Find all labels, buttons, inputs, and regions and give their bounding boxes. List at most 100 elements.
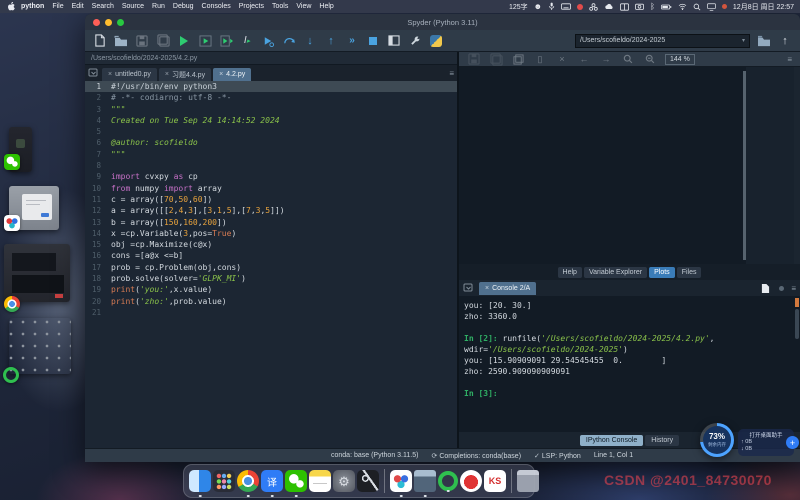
stage-window-browser[interactable] <box>4 244 70 302</box>
status-conda-env[interactable]: conda: base (Python 3.11.5) <box>331 452 418 459</box>
open-folder-icon[interactable] <box>114 34 128 48</box>
menu-run[interactable]: Run <box>152 3 165 10</box>
console-tab[interactable]: × Console 2/A <box>479 282 536 295</box>
cloud-icon[interactable] <box>604 3 614 10</box>
python-env-icon[interactable] <box>429 34 443 48</box>
camera-icon[interactable] <box>635 3 644 10</box>
step-over-icon[interactable] <box>282 34 296 48</box>
desktop-assistant-widget[interactable]: 打开桌面助手 ↑ 0B ↓ 0B + <box>738 429 794 456</box>
menu-debug[interactable]: Debug <box>173 3 194 10</box>
code-line[interactable]: 7""" <box>85 149 457 160</box>
code-line[interactable]: 5 <box>85 126 457 137</box>
copy-plot-icon[interactable] <box>511 52 525 66</box>
debug-icon[interactable] <box>261 34 275 48</box>
tab-ipython-console[interactable]: IPython Console <box>580 435 643 446</box>
stage-window-grid[interactable] <box>9 318 71 374</box>
editor-options-icon[interactable]: ≡ <box>449 69 454 78</box>
remove-all-plots-icon[interactable]: × <box>555 52 569 66</box>
save-icon[interactable] <box>135 34 149 48</box>
green-ring-app-icon[interactable] <box>3 367 19 383</box>
code-line[interactable]: 12a = array([[2,4,3],[3,1,5],[7,3,5]]) <box>85 205 457 216</box>
menu-projects[interactable]: Projects <box>239 3 264 10</box>
step-into-icon[interactable]: ↓ <box>303 34 317 48</box>
code-line[interactable]: 6@author: scofieldo <box>85 137 457 148</box>
close-icon[interactable]: × <box>219 71 223 78</box>
code-line[interactable]: 1#!/usr/bin/env python3 <box>85 81 457 92</box>
ipython-console[interactable]: you: [20. 30.]zho: 3360.0In [2]: runfile… <box>459 296 800 432</box>
chrome-app-icon[interactable] <box>4 296 20 312</box>
code-line[interactable]: 19print('you:',x.value) <box>85 284 457 295</box>
code-line[interactable]: 21 <box>85 307 457 318</box>
plots-scrollbar[interactable] <box>794 67 800 264</box>
plots-zoom-level[interactable]: 144 % <box>665 54 695 65</box>
remove-plot-icon[interactable]: ▯ <box>533 52 547 66</box>
code-line[interactable]: 18prob.solve(solver='GLPK_MI') <box>85 273 457 284</box>
menu-help[interactable]: Help <box>319 3 333 10</box>
code-line[interactable]: 11c = array([70,50,60]) <box>85 194 457 205</box>
code-editor[interactable]: 1#!/usr/bin/env python32# -*- codiarng: … <box>85 81 457 448</box>
red-dot-icon[interactable] <box>722 4 727 9</box>
console-scrollbar[interactable] <box>795 309 799 339</box>
cad-app-icon[interactable] <box>4 215 20 231</box>
tab-files[interactable]: Files <box>677 267 702 278</box>
status-lsp[interactable]: ✓LSP: Python <box>534 452 581 460</box>
code-line[interactable]: 15obj =cp.Maximize(c@x) <box>85 239 457 250</box>
dock-launchpad-icon[interactable] <box>213 470 235 492</box>
title-bar[interactable]: Spyder (Python 3.11) <box>85 14 800 30</box>
dock-apple-red-icon[interactable] <box>460 470 482 492</box>
emoji-icon[interactable]: ☻ <box>534 2 542 11</box>
stop-icon[interactable] <box>366 34 380 48</box>
menu-clock[interactable]: 12月8日 周日 22:57 <box>733 2 794 12</box>
menu-view[interactable]: View <box>296 3 311 10</box>
close-icon[interactable]: × <box>165 71 169 78</box>
dock-clash-icon[interactable] <box>438 471 458 491</box>
menu-tools[interactable]: Tools <box>272 3 288 10</box>
wechat-app-icon[interactable] <box>4 154 20 170</box>
new-file-icon[interactable] <box>93 34 107 48</box>
zoom-out-icon[interactable] <box>643 52 657 66</box>
menu-search[interactable]: Search <box>92 3 114 10</box>
menu-file[interactable]: File <box>52 3 63 10</box>
new-console-icon[interactable] <box>758 281 772 295</box>
code-line[interactable]: 2# -*- codiarng: utf-8 -*- <box>85 92 457 103</box>
next-plot-icon[interactable]: → <box>599 52 613 66</box>
code-line[interactable]: 9import cvxpy as cp <box>85 171 457 182</box>
dock-chrome-icon[interactable] <box>237 470 259 492</box>
save-all-icon[interactable] <box>156 34 170 48</box>
dock-translate-icon[interactable] <box>261 470 283 492</box>
code-line[interactable]: 16cons =[a@x <=b] <box>85 250 457 261</box>
keyboard-icon[interactable] <box>561 3 571 10</box>
tools-wrench-icon[interactable] <box>408 34 422 48</box>
previous-plot-icon[interactable]: ← <box>577 52 591 66</box>
close-icon[interactable]: × <box>485 285 489 292</box>
dock-keychain-icon[interactable] <box>357 470 379 492</box>
dock-ks-icon[interactable] <box>484 470 506 492</box>
dock-settings-icon[interactable] <box>333 470 355 492</box>
editor-tab-习题4.4.py[interactable]: ×习题4.4.py <box>159 68 211 81</box>
apple-menu-icon[interactable] <box>7 2 15 11</box>
code-line[interactable]: 8 <box>85 160 457 171</box>
continue-icon[interactable]: » <box>345 34 359 48</box>
dock-notes-icon[interactable] <box>309 470 331 492</box>
record-icon[interactable] <box>577 4 583 10</box>
dock-finder-icon[interactable] <box>189 470 211 492</box>
browse-console-tabs-icon[interactable] <box>463 283 475 293</box>
editor-tab-4.2.py[interactable]: ×4.2.py <box>213 68 251 81</box>
close-icon[interactable]: × <box>108 71 112 78</box>
step-out-icon[interactable]: ↑ <box>324 34 338 48</box>
save-all-plots-icon[interactable] <box>489 52 503 66</box>
working-directory-combobox[interactable]: /Users/scofieldo/2024-2025 ▾ <box>575 34 750 48</box>
tab-help[interactable]: Help <box>558 267 582 278</box>
wifi-icon[interactable] <box>678 3 687 10</box>
bluetooth-icon[interactable]: ᛒ <box>650 2 655 11</box>
mic-icon[interactable] <box>548 2 555 11</box>
run-cell-icon[interactable] <box>198 34 212 48</box>
code-line[interactable]: 17prob = cp.Problem(obj,cons) <box>85 262 457 273</box>
menu-consoles[interactable]: Consoles <box>202 3 231 10</box>
interrupt-kernel-icon[interactable] <box>779 286 784 291</box>
code-line[interactable]: 10from numpy import array <box>85 183 457 194</box>
shapes-icon[interactable] <box>589 3 598 11</box>
code-line[interactable]: 4Created on Tue Sep 24 14:14:52 2024 <box>85 115 457 126</box>
console-options-icon[interactable]: ≡ <box>791 284 796 293</box>
zoom-in-icon[interactable] <box>621 52 635 66</box>
